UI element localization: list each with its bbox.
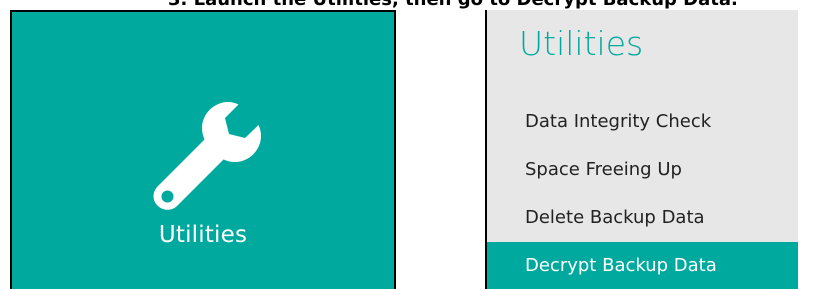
instruction-caption-text: 3. Launch the Utilities, then go to Decr… (168, 0, 738, 10)
menu-item-decrypt-backup-data[interactable]: Decrypt Backup Data (487, 242, 798, 289)
menu-title: Utilities (519, 24, 644, 63)
utilities-tile-label: Utilities (158, 222, 248, 248)
utilities-tile[interactable]: Utilities (10, 10, 396, 289)
menu-item-data-integrity-check[interactable]: Data Integrity Check (487, 98, 798, 146)
utilities-menu-panel: Utilities Data Integrity Check Space Fre… (485, 10, 798, 289)
screenshot-stage: 3. Launch the Utilities, then go to Decr… (0, 0, 822, 289)
menu-item-space-freeing-up[interactable]: Space Freeing Up (487, 146, 798, 194)
utilities-menu-list: Data Integrity Check Space Freeing Up De… (487, 98, 798, 289)
menu-item-delete-backup-data[interactable]: Delete Backup Data (487, 194, 798, 242)
wrench-icon (153, 102, 261, 210)
instruction-caption: 3. Launch the Utilities, then go to Decr… (0, 0, 822, 10)
